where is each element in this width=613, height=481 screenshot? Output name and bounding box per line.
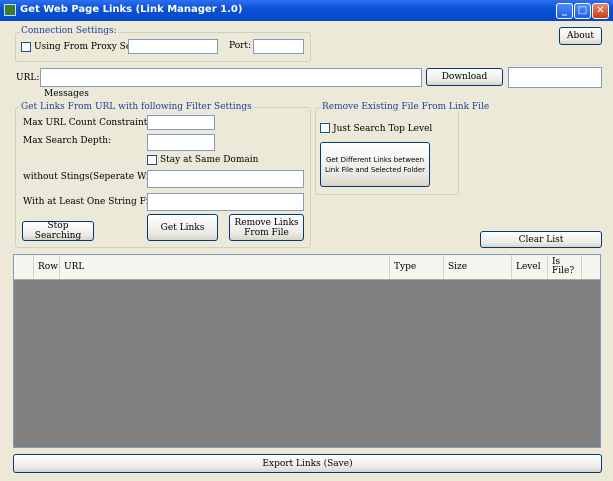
minimize-icon[interactable]: _	[556, 3, 573, 19]
maximize-icon[interactable]: □	[574, 3, 591, 19]
port-label: Port:	[229, 41, 252, 51]
download-button[interactable]: Download	[426, 68, 503, 86]
connection-settings-legend: Connection Settings:	[20, 26, 118, 36]
port-input[interactable]	[253, 39, 304, 54]
max-count-input[interactable]	[147, 115, 215, 130]
get-links-button[interactable]: Get Links	[147, 214, 218, 241]
with-strings-label: With at Least One String From:	[23, 197, 168, 207]
max-depth-label: Max Search Depth:	[23, 136, 112, 146]
close-icon[interactable]: ✕	[592, 3, 609, 19]
col-type[interactable]: Type	[390, 255, 444, 279]
same-domain-label: Stay at Same Domain	[160, 155, 259, 165]
col-url[interactable]: URL	[60, 255, 390, 279]
url-input[interactable]	[40, 68, 422, 87]
remove-existing-legend: Remove Existing File From Link File	[321, 102, 491, 112]
clear-list-button[interactable]: Clear List	[480, 231, 602, 248]
different-links-button[interactable]: Get Different Links between Link File an…	[320, 142, 430, 187]
top-level-label: Just Search Top Level	[333, 124, 433, 134]
grid-corner	[14, 255, 34, 279]
col-is-file[interactable]: Is File?	[548, 255, 582, 279]
messages-label: Messages	[44, 89, 89, 99]
messages-box	[508, 67, 602, 88]
links-grid[interactable]	[13, 254, 601, 448]
max-count-label: Max URL Count Constraint:	[23, 118, 151, 128]
filter-settings-legend: Get Links From URL with following Filter…	[20, 102, 253, 112]
proxy-checkbox[interactable]	[21, 42, 31, 52]
stop-searching-button[interactable]: Stop Searching	[22, 221, 94, 241]
export-links-button[interactable]: Export Links (Save)	[13, 454, 602, 473]
without-strings-input[interactable]	[147, 170, 304, 188]
about-button[interactable]: About	[559, 27, 602, 45]
url-label: URL:	[16, 73, 40, 83]
remove-links-button[interactable]: Remove Links From File	[229, 214, 304, 241]
with-strings-input[interactable]	[147, 193, 304, 211]
grid-header: Row URL Type Size Level Is File?	[14, 255, 600, 280]
same-domain-checkbox[interactable]	[147, 155, 157, 165]
window-title: Get Web Page Links (Link Manager 1.0)	[20, 4, 243, 15]
app-icon	[4, 4, 16, 16]
max-depth-input[interactable]	[147, 134, 215, 151]
col-row[interactable]: Row	[34, 255, 60, 279]
proxy-server-input[interactable]	[128, 39, 218, 54]
col-size[interactable]: Size	[444, 255, 512, 279]
col-level[interactable]: Level	[512, 255, 548, 279]
top-level-checkbox[interactable]	[320, 123, 330, 133]
